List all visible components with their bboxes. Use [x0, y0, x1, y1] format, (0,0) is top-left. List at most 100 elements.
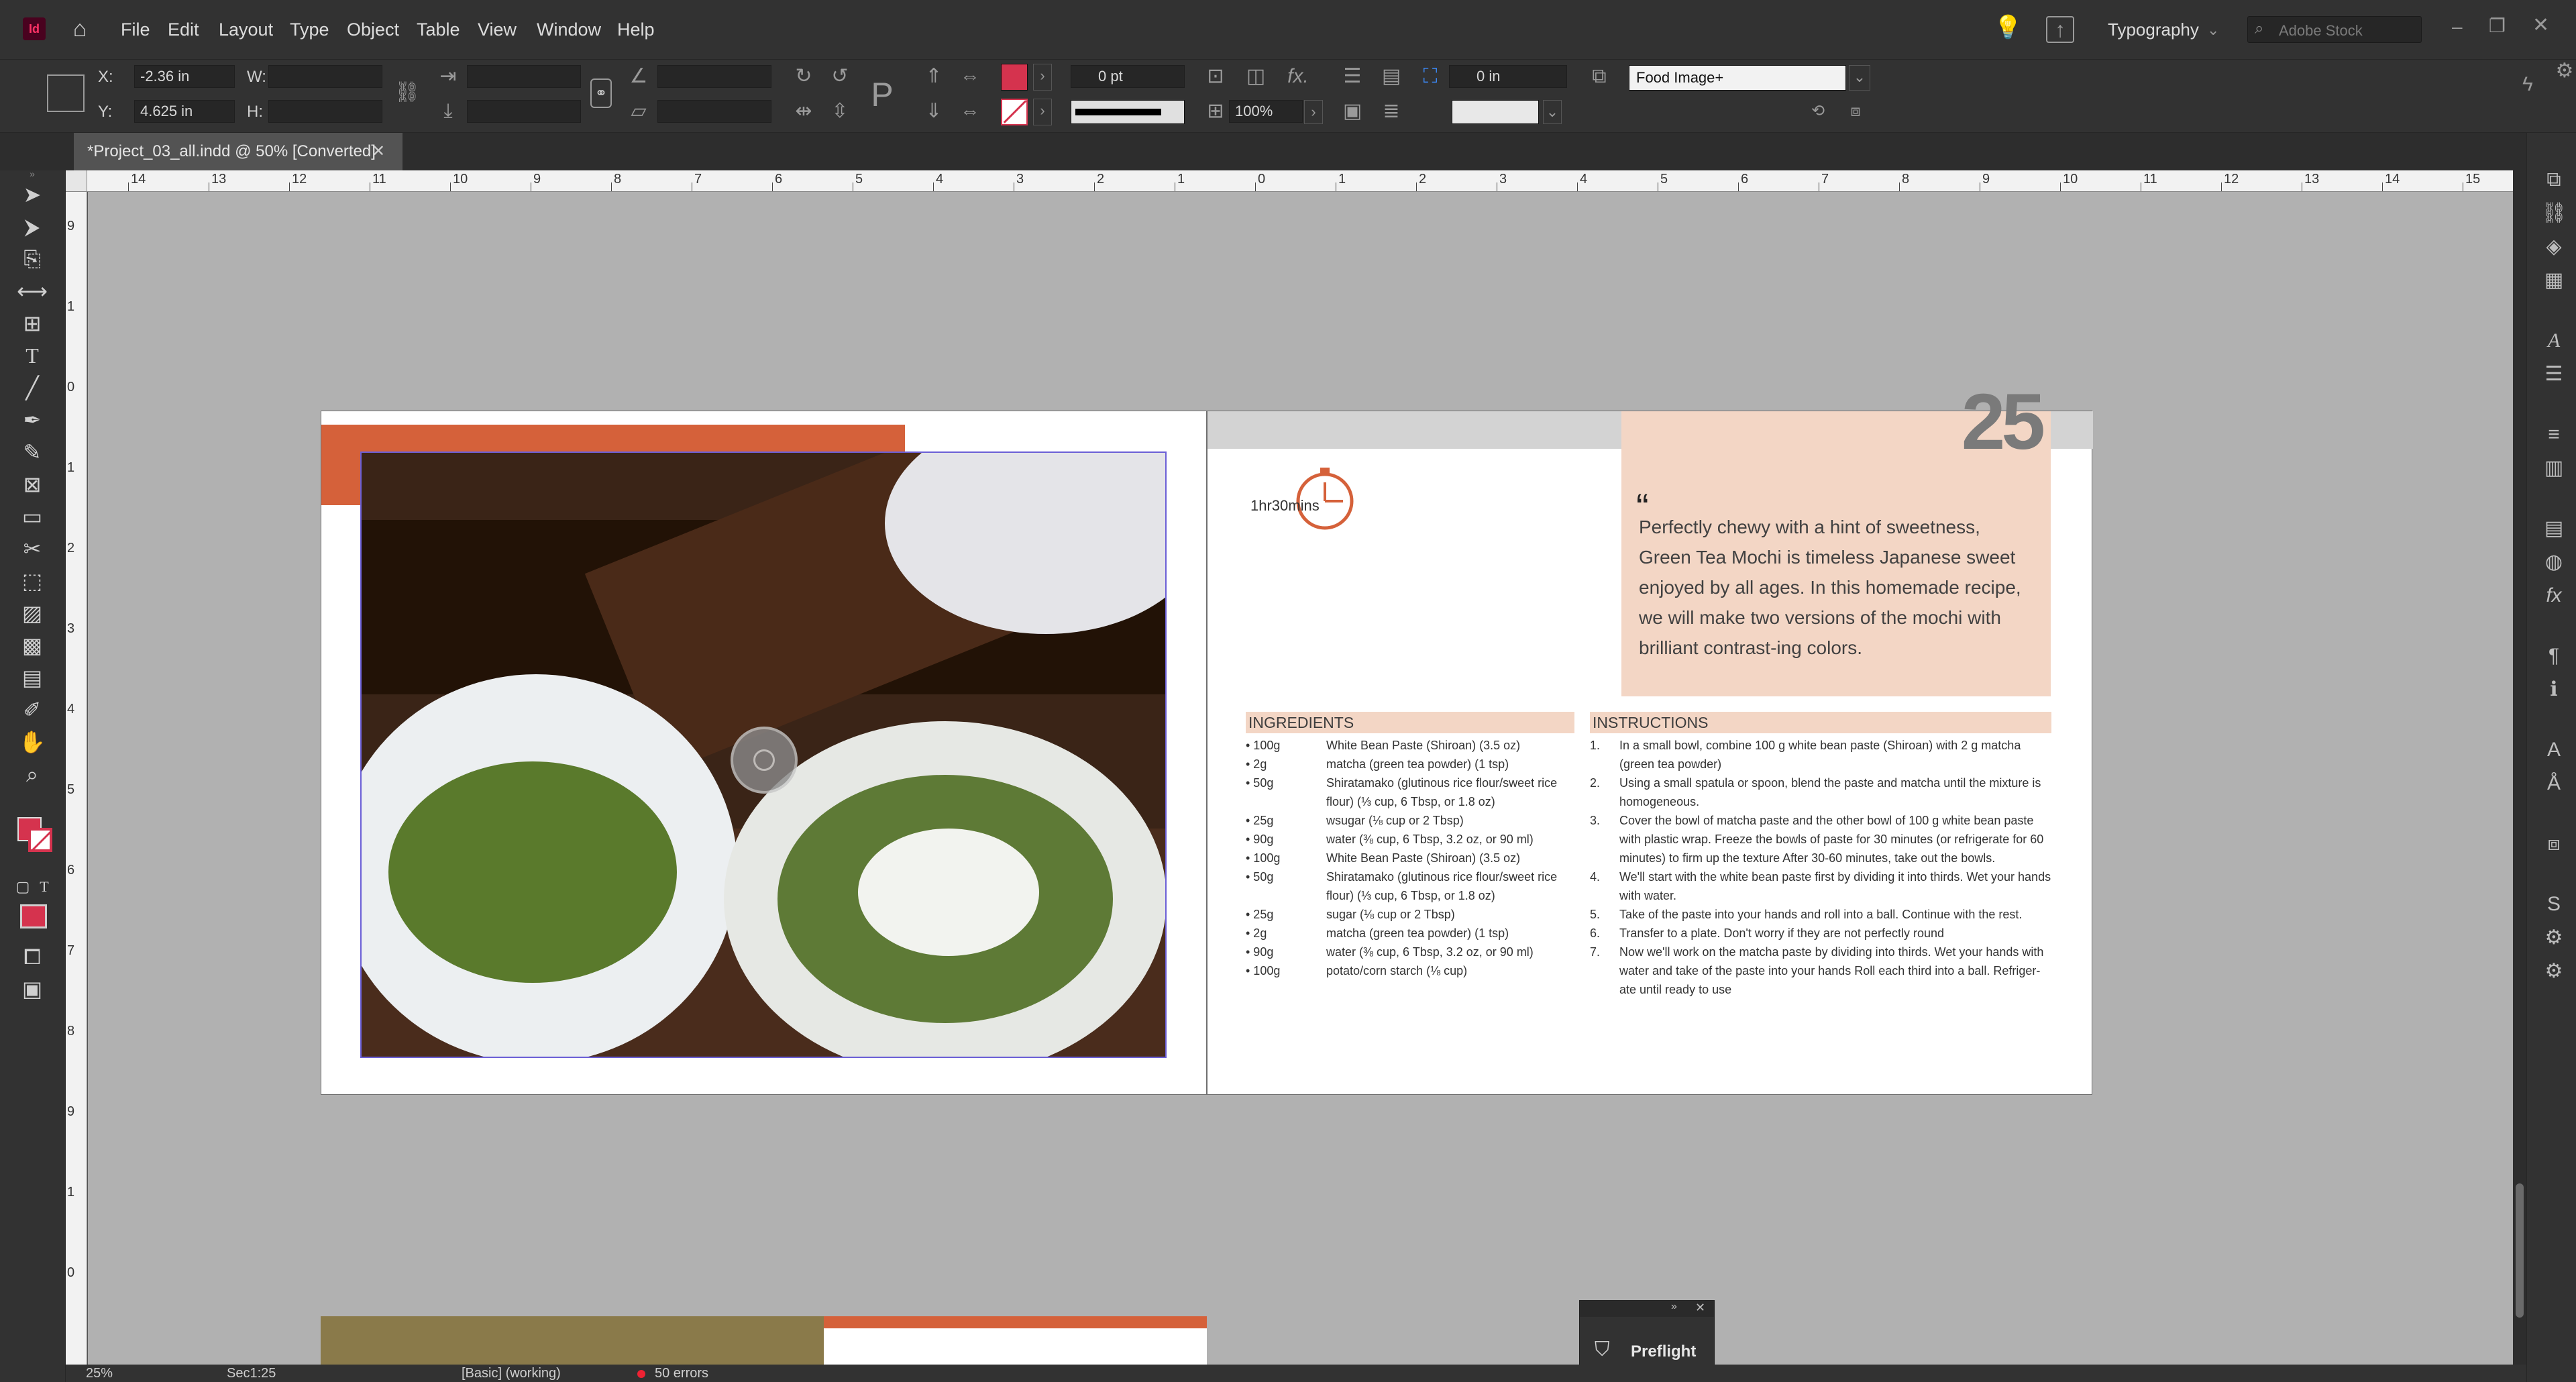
- workspace-switcher[interactable]: Typography: [2108, 0, 2199, 59]
- left-page[interactable]: GREEN TEA MOCHI: [321, 411, 1207, 1095]
- close-tab-icon[interactable]: ✕: [372, 133, 385, 170]
- restore-icon[interactable]: ❐: [2489, 15, 2506, 37]
- minimize-icon[interactable]: –: [2452, 16, 2463, 38]
- content-grabber-icon[interactable]: [731, 727, 798, 794]
- preflight-profile[interactable]: [Basic] (working): [462, 1365, 561, 1382]
- character-panel-icon[interactable]: A: [2540, 737, 2567, 763]
- cc-libraries-icon[interactable]: ▦: [2540, 267, 2567, 294]
- type-tool-icon[interactable]: T: [13, 341, 51, 370]
- intro-quote-box[interactable]: 25 “ Perfectly chewy with a hint of swee…: [1621, 382, 2051, 696]
- links-panel-icon[interactable]: ⛓: [2540, 200, 2567, 227]
- menu-edit[interactable]: Edit: [168, 0, 199, 59]
- share-icon[interactable]: ↑: [2046, 16, 2074, 43]
- stroke-weight-field[interactable]: 0 pt: [1071, 65, 1185, 88]
- effects-fx-icon[interactable]: fx.: [1281, 65, 1315, 88]
- glyphs-panel-icon[interactable]: ℹ: [2540, 676, 2567, 703]
- clear-overrides-icon[interactable]: ⟲: [1805, 100, 1831, 123]
- character-styles-icon[interactable]: A: [2540, 327, 2567, 354]
- stroke-type-select[interactable]: [1071, 100, 1185, 124]
- color-panel-icon[interactable]: ◍: [2540, 549, 2567, 576]
- ruler-origin[interactable]: [66, 170, 87, 192]
- select-container-icon[interactable]: ⇑: [920, 65, 947, 88]
- opacity-field[interactable]: 100%: [1229, 100, 1303, 123]
- pen-tool-icon[interactable]: ✒: [13, 405, 51, 435]
- select-previous-icon[interactable]: ⇔: [957, 65, 983, 88]
- gears-panel-icon[interactable]: ⚙: [2540, 958, 2567, 985]
- menu-layout[interactable]: Layout: [219, 0, 273, 59]
- paragraph-panel-icon[interactable]: ¶: [2540, 643, 2567, 670]
- note-tool-icon[interactable]: ▤: [13, 663, 51, 692]
- quick-apply-icon[interactable]: ϟ: [2514, 73, 2541, 96]
- lightbulb-icon[interactable]: 💡: [1994, 16, 2022, 43]
- x-field[interactable]: -2.36 in: [134, 65, 235, 88]
- link-scale-icon[interactable]: ⚭: [590, 78, 612, 108]
- view-mode-icon[interactable]: ⧠: [13, 942, 51, 971]
- pasteboard[interactable]: GREEN TEA MOCHI: [88, 192, 2513, 1365]
- document-tab[interactable]: *Project_03_all.indd @ 50% [Converted] ✕: [74, 133, 402, 170]
- object-style-select[interactable]: Food Image+: [1629, 65, 1846, 91]
- drop-shadow-icon[interactable]: ◫: [1242, 65, 1269, 88]
- close-window-icon[interactable]: ✕: [2532, 13, 2549, 37]
- opacity-chevron-icon[interactable]: ›: [1304, 100, 1323, 124]
- text-wrap-panel-icon[interactable]: ⧈: [2540, 831, 2567, 857]
- flip-horizontal-icon[interactable]: ⇹: [790, 100, 817, 123]
- search-stock-field[interactable]: ⌕ Adobe Stock: [2247, 16, 2422, 43]
- vertical-scrollbar[interactable]: [2513, 170, 2526, 1365]
- stroke-swatch[interactable]: [1001, 99, 1028, 125]
- menu-file[interactable]: File: [121, 0, 150, 59]
- menu-type[interactable]: Type: [290, 0, 329, 59]
- direct-selection-tool-icon[interactable]: ⮞: [13, 212, 51, 242]
- gradient-feather-tool-icon[interactable]: ▩: [13, 631, 51, 660]
- scrollbar-thumb[interactable]: [2516, 1183, 2524, 1318]
- h-field[interactable]: [268, 100, 382, 123]
- right-page[interactable]: 1hr30mins 25 “ Perfectly chewy with a hi…: [1207, 382, 2093, 1095]
- zoom-tool-icon[interactable]: ⌕: [13, 759, 51, 789]
- flip-vertical-icon[interactable]: ⇳: [826, 100, 853, 123]
- object-styles-icon[interactable]: ▤: [2540, 515, 2567, 542]
- y-field[interactable]: 4.625 in: [134, 100, 235, 123]
- vertical-ruler[interactable]: 91012345678910: [66, 192, 87, 1365]
- collapse-panel-icon[interactable]: »: [1671, 1301, 1677, 1313]
- close-panel-icon[interactable]: ✕: [1695, 1301, 1705, 1315]
- content-collector-icon[interactable]: ⊞: [13, 309, 51, 338]
- formatting-container-icon[interactable]: ▢: [13, 872, 32, 902]
- rectangle-frame-tool-icon[interactable]: ⊠: [13, 470, 51, 499]
- ingredients-heading[interactable]: INGREDIENTS: [1246, 712, 1574, 733]
- object-style-chevron-icon[interactable]: ⌄: [1849, 65, 1870, 91]
- clear-attributes-icon[interactable]: ⧈: [1842, 100, 1869, 123]
- frame-fitting-icon[interactable]: ⊡: [1202, 65, 1229, 88]
- select-content-icon[interactable]: ⇓: [920, 100, 947, 123]
- reference-point-icon[interactable]: [47, 74, 85, 112]
- auto-fit-icon[interactable]: ⛶: [1417, 65, 1444, 88]
- gradient-swatch-tool-icon[interactable]: ▨: [13, 598, 51, 628]
- next-spread-preview[interactable]: [321, 1316, 1207, 1365]
- page-tool-icon[interactable]: ⎘: [13, 244, 51, 274]
- page-field[interactable]: Sec1:25: [227, 1365, 276, 1382]
- tool-hints-icon[interactable]: ⚙: [2540, 924, 2567, 951]
- eyedropper-tool-icon[interactable]: ✐: [13, 695, 51, 725]
- swatches-panel-icon[interactable]: ▥: [2540, 455, 2567, 482]
- text-wrap-none-icon[interactable]: ☰: [1339, 65, 1366, 88]
- prep-time[interactable]: 1hr30mins: [1250, 497, 1320, 515]
- cc-express-icon[interactable]: S: [2540, 891, 2567, 918]
- home-icon[interactable]: ⌂: [64, 17, 95, 42]
- align-top-icon[interactable]: ▣: [1339, 100, 1366, 123]
- align-center-icon[interactable]: ≣: [1378, 100, 1405, 123]
- text-frame-options-icon[interactable]: Å: [2540, 770, 2567, 797]
- instructions-heading[interactable]: INSTRUCTIONS: [1590, 712, 2051, 733]
- select-next-icon[interactable]: ⇔: [957, 100, 983, 123]
- formatting-text-icon[interactable]: T: [35, 872, 54, 902]
- paragraph-styles-icon[interactable]: ☰: [2540, 361, 2567, 388]
- rotate-field[interactable]: [657, 65, 771, 88]
- menu-object[interactable]: Object: [347, 0, 399, 59]
- effects-panel-icon[interactable]: fx: [2540, 582, 2567, 609]
- stroke-menu-chevron-icon[interactable]: ›: [1033, 99, 1052, 125]
- text-wrap-bbox-icon[interactable]: ▤: [1378, 65, 1405, 88]
- constrain-proportions-icon[interactable]: ⛓: [394, 81, 420, 104]
- menu-help[interactable]: Help: [617, 0, 655, 59]
- apply-color-icon[interactable]: [20, 904, 47, 928]
- rotate-cw-icon[interactable]: ↻: [790, 65, 817, 88]
- selection-tool-icon[interactable]: ➤: [13, 180, 51, 209]
- rotate-ccw-icon[interactable]: ↺: [826, 65, 853, 88]
- screen-mode-icon[interactable]: ▣: [13, 974, 51, 1004]
